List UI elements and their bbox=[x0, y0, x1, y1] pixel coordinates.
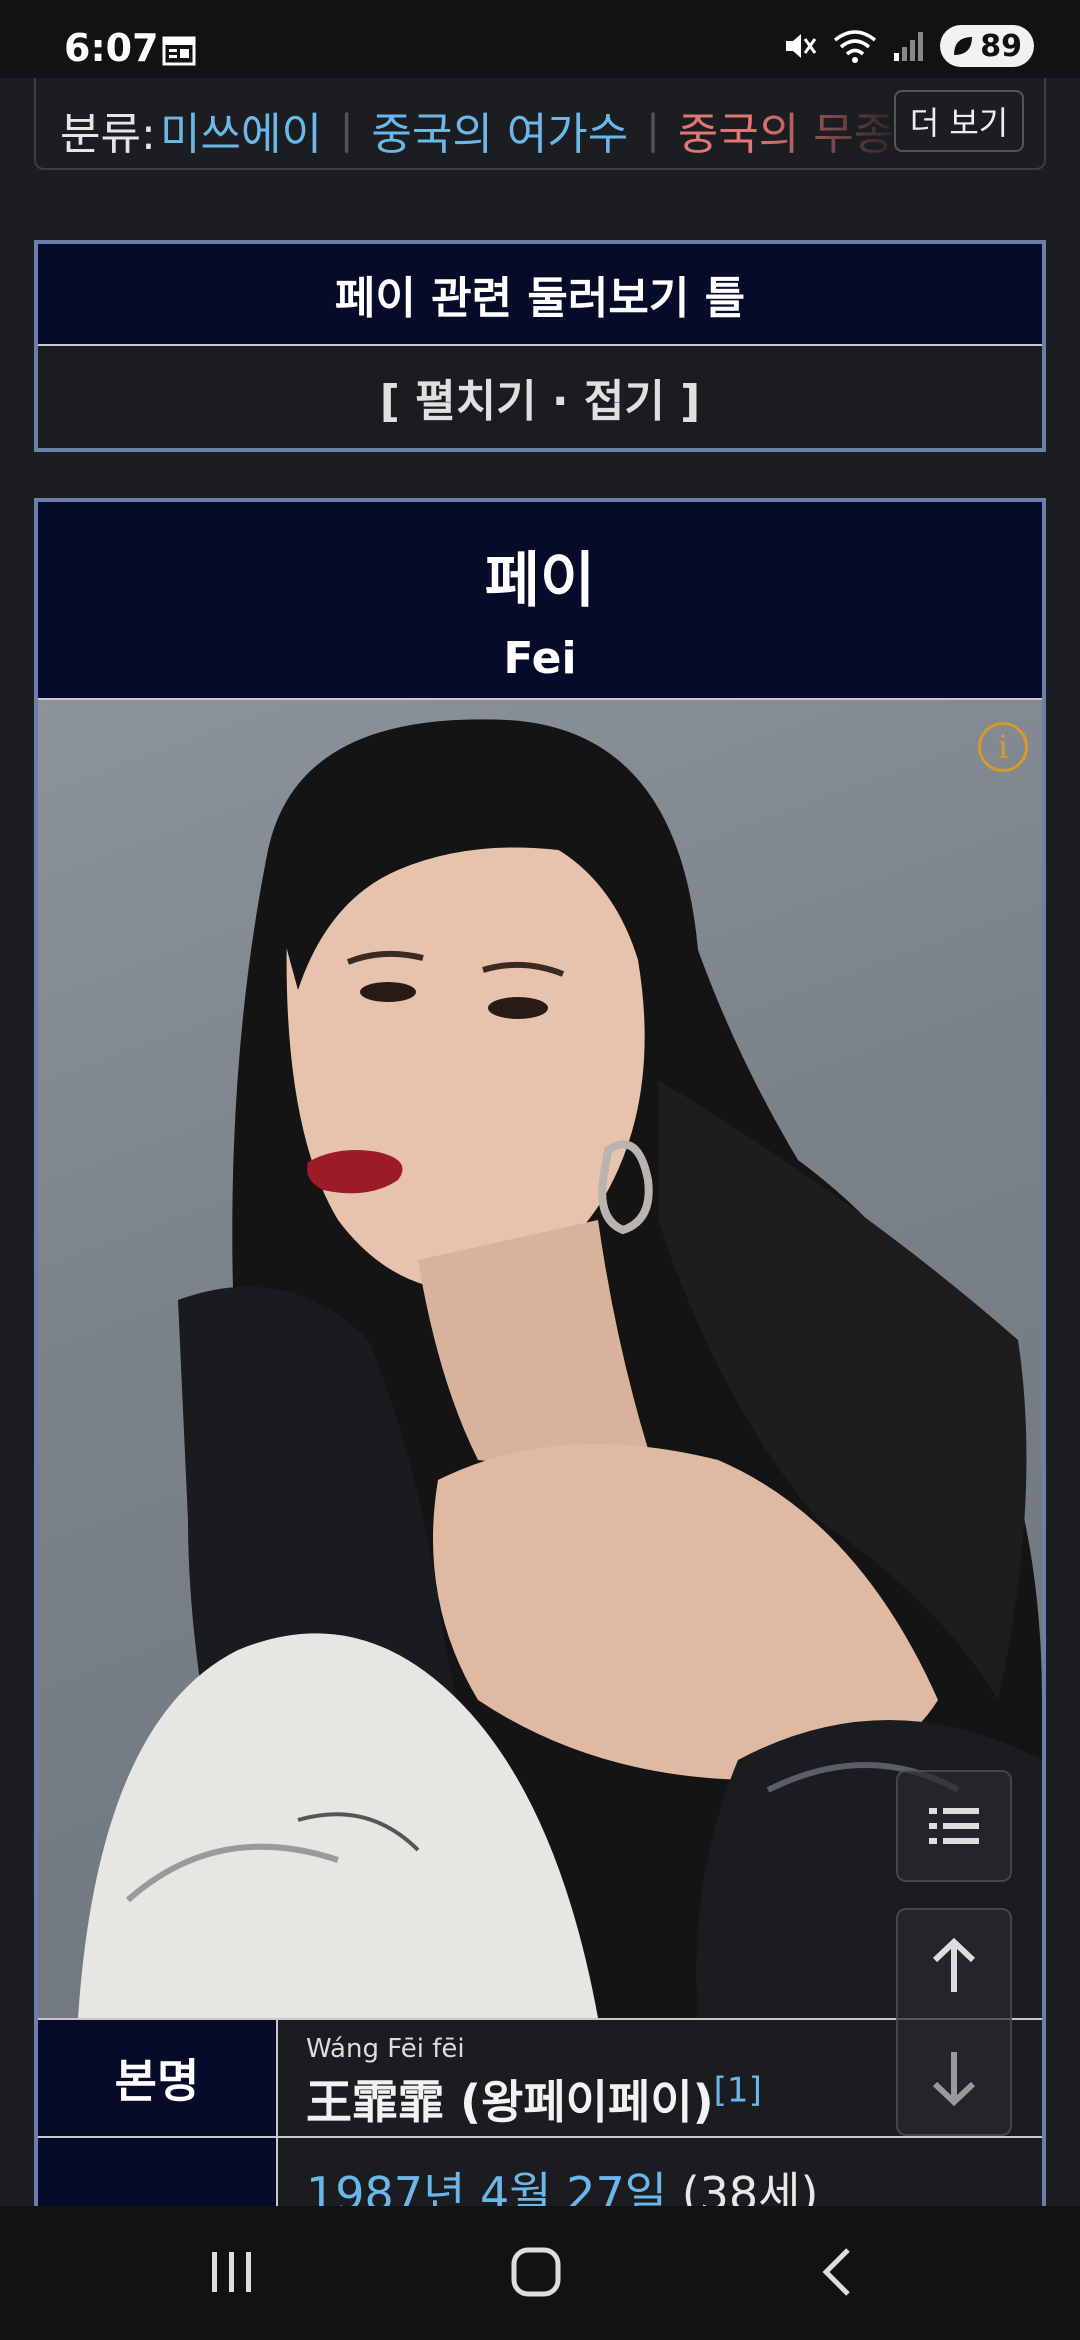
wifi-icon bbox=[834, 30, 877, 63]
info-icon[interactable]: i bbox=[978, 722, 1028, 772]
scroll-down-button[interactable] bbox=[898, 2022, 1010, 2134]
navbox: 페이 관련 둘러보기 틀 [ 펼치기 · 접기 ] bbox=[34, 240, 1046, 452]
portrait-illustration bbox=[78, 719, 1042, 2018]
real-name-text: 王霏霏 (왕페이페이) bbox=[306, 2075, 714, 2129]
navbox-toggle-button[interactable]: [ 펼치기 · 접기 ] bbox=[38, 346, 1042, 448]
toc-icon bbox=[929, 1808, 979, 1844]
infobox-header: 페이 Fei bbox=[38, 502, 1042, 700]
calendar-icon bbox=[162, 36, 196, 66]
row-label: 본명 bbox=[38, 2020, 278, 2136]
infobox: 페이 Fei i 본명 Wáng Fēi fēi 王霏霏 (왕페이페이)[1] … bbox=[34, 498, 1046, 2258]
category-separator: | bbox=[339, 107, 354, 153]
arrow-up-icon bbox=[932, 1938, 976, 1992]
status-time: 6:07 bbox=[64, 26, 159, 70]
infobox-english-name: Fei bbox=[503, 633, 577, 684]
home-icon[interactable] bbox=[506, 2242, 566, 2302]
infobox-row-realname: 본명 Wáng Fēi fēi 王霏霏 (왕페이페이)[1] bbox=[38, 2018, 1042, 2136]
signal-icon bbox=[894, 32, 924, 61]
profile-photo[interactable]: i bbox=[38, 700, 1042, 2018]
category-label: 분류: bbox=[60, 109, 156, 160]
more-button[interactable]: 더 보기 bbox=[894, 90, 1024, 152]
recent-apps-icon[interactable] bbox=[202, 2242, 262, 2302]
status-bar: 6:07 89 bbox=[0, 0, 1080, 78]
toc-button[interactable] bbox=[896, 1770, 1012, 1882]
category-bar: 분류: 미쓰에이 | 중국의 여가수 | 중국의 무종 더 보기 bbox=[34, 78, 1046, 170]
category-link[interactable]: 미쓰에이 bbox=[160, 98, 322, 162]
footnote-link[interactable]: [1] bbox=[714, 2071, 762, 2111]
battery-level: 89 bbox=[980, 28, 1022, 64]
system-nav-bar bbox=[0, 2206, 1080, 2340]
infobox-name: 페이 bbox=[484, 546, 596, 616]
category-fade bbox=[756, 78, 906, 168]
scroll-up-button[interactable] bbox=[898, 1910, 1010, 2022]
category-link[interactable]: 중국의 여가수 bbox=[371, 98, 628, 162]
navbox-title: 페이 관련 둘러보기 틀 bbox=[38, 244, 1042, 346]
category-separator: | bbox=[646, 107, 660, 153]
back-icon[interactable] bbox=[808, 2242, 868, 2302]
battery-icon: 89 bbox=[940, 25, 1034, 67]
arrow-down-icon bbox=[932, 2052, 976, 2106]
mute-icon bbox=[786, 34, 817, 58]
power-save-icon bbox=[954, 37, 973, 55]
scroll-buttons bbox=[896, 1908, 1012, 2136]
